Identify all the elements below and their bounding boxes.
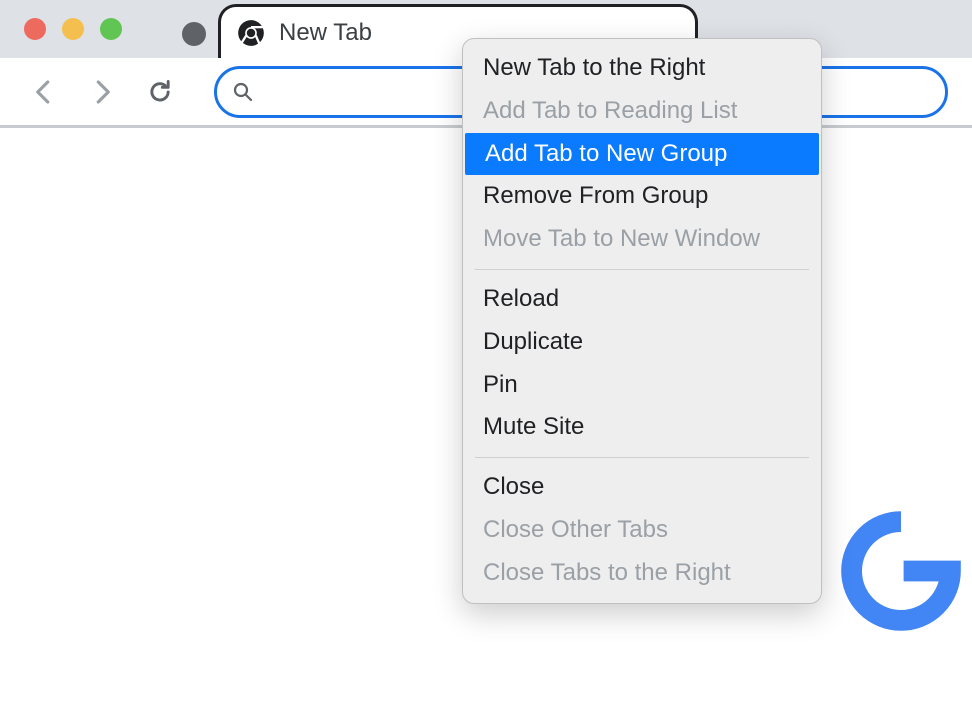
back-button[interactable] <box>24 72 64 112</box>
menu-item: Add Tab to Reading List <box>463 90 821 133</box>
menu-item[interactable]: Remove From Group <box>463 175 821 218</box>
window-controls <box>24 18 122 40</box>
search-icon <box>231 80 255 104</box>
menu-item: Close Other Tabs <box>463 509 821 552</box>
menu-separator <box>475 269 809 270</box>
menu-separator <box>475 457 809 458</box>
menu-item[interactable]: Add Tab to New Group <box>465 133 819 176</box>
window-maximize-button[interactable] <box>100 18 122 40</box>
menu-item[interactable]: Close <box>463 466 821 509</box>
menu-item[interactable]: New Tab to the Right <box>463 47 821 90</box>
reload-button[interactable] <box>140 72 180 112</box>
tab-title: New Tab <box>279 19 372 47</box>
forward-button[interactable] <box>82 72 122 112</box>
tab-group-indicator[interactable] <box>182 22 206 46</box>
menu-item[interactable]: Duplicate <box>463 321 821 364</box>
chrome-icon <box>237 19 265 47</box>
menu-item[interactable]: Mute Site <box>463 406 821 449</box>
window-minimize-button[interactable] <box>62 18 84 40</box>
tab-context-menu: New Tab to the RightAdd Tab to Reading L… <box>462 38 822 604</box>
menu-item: Move Tab to New Window <box>463 218 821 261</box>
menu-item[interactable]: Pin <box>463 364 821 407</box>
menu-item: Close Tabs to the Right <box>463 552 821 595</box>
menu-item[interactable]: Reload <box>463 278 821 321</box>
google-logo-icon <box>836 506 966 636</box>
window-close-button[interactable] <box>24 18 46 40</box>
